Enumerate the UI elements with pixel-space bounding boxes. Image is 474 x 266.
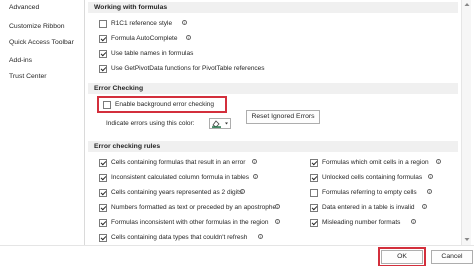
option-enable-background-error-checking[interactable]: Enable background error checking (103, 100, 223, 110)
options-content: Working with formulas R1C1 reference sty… (88, 0, 460, 245)
rule-label: Inconsistent calculated column formula i… (111, 174, 250, 181)
info-icon: i (186, 35, 191, 40)
info-icon: i (182, 20, 187, 25)
checkbox-rule[interactable] (310, 219, 318, 227)
vertical-scrollbar[interactable] (461, 0, 471, 245)
checkbox-rule[interactable] (99, 204, 107, 212)
checkbox-r1c1[interactable] (99, 20, 107, 28)
rule-label: Unlocked cells containing formulas (322, 174, 423, 181)
option-label: Enable background error checking (115, 101, 215, 108)
option-label: Use GetPivotData functions for PivotTabl… (111, 65, 265, 72)
nav-item-customize-ribbon[interactable]: Customize Ribbon (9, 21, 65, 32)
checkbox-rule[interactable] (99, 159, 107, 167)
section-header-working-with-formulas: Working with formulas (88, 2, 458, 13)
rule-label: Formulas referring to empty cells (322, 189, 417, 196)
scroll-arrows (464, 3, 470, 241)
option-label: Formula AutoComplete (111, 35, 178, 42)
rule-misleading-number-formats[interactable]: Misleading number formats i (310, 218, 455, 228)
checkbox-enable-background-error-checking[interactable] (103, 101, 111, 109)
nav-divider (84, 0, 85, 245)
info-icon: i (411, 219, 416, 224)
cancel-button[interactable]: Cancel (431, 250, 473, 264)
checkbox-formula-autocomplete[interactable] (99, 35, 107, 43)
option-r1c1[interactable]: R1C1 reference style i (99, 19, 299, 29)
option-label: Use table names in formulas (111, 50, 194, 57)
rule-label: Data entered in a table is invalid (322, 204, 415, 211)
rule-label: Misleading number formats (322, 219, 401, 226)
option-table-names[interactable]: Use table names in formulas (99, 49, 299, 59)
rule-invalid-table-data[interactable]: Data entered in a table is invalid i (310, 203, 455, 213)
info-icon: i (275, 204, 280, 209)
rule-numbers-as-text[interactable]: Numbers formatted as text or preceded by… (99, 203, 294, 213)
rule-data-types-refresh[interactable]: Cells containing data types that couldn'… (99, 233, 294, 243)
checkbox-rule[interactable] (310, 189, 318, 197)
info-icon: i (427, 189, 432, 194)
checkbox-rule[interactable] (99, 234, 107, 242)
section-header-error-checking: Error Checking (88, 83, 458, 94)
checkbox-table-names[interactable] (99, 50, 107, 58)
checkbox-rule[interactable] (310, 204, 318, 212)
rule-formulas-empty-cells[interactable]: Formulas referring to empty cells i (310, 188, 455, 198)
rule-label: Cells containing years represented as 2 … (111, 189, 243, 196)
rule-formulas-result-error[interactable]: Cells containing formulas that result in… (99, 158, 294, 168)
rule-two-digit-years[interactable]: Cells containing years represented as 2 … (99, 188, 294, 198)
error-color-picker[interactable] (209, 118, 231, 129)
indicate-errors-label: Indicate errors using this color: (106, 120, 195, 127)
rule-inconsistent-region-formulas[interactable]: Formulas inconsistent with other formula… (99, 218, 294, 228)
rule-label: Cells containing data types that couldn'… (111, 234, 248, 241)
option-label: R1C1 reference style (111, 20, 173, 27)
rule-formulas-omit-cells[interactable]: Formulas which omit cells in a region i (310, 158, 455, 168)
checkbox-getpivotdata[interactable] (99, 65, 107, 73)
chevron-down-icon (225, 122, 228, 125)
options-nav: Advanced Customize Ribbon Quick Access T… (0, 0, 84, 245)
nav-item-advanced[interactable]: Advanced (9, 2, 39, 13)
info-icon: i (258, 234, 263, 239)
info-icon: i (275, 219, 280, 224)
option-getpivotdata[interactable]: Use GetPivotData functions for PivotTabl… (99, 64, 399, 74)
rule-unlocked-cells-formulas[interactable]: Unlocked cells containing formulas i (310, 173, 455, 183)
checkbox-rule[interactable] (99, 189, 107, 197)
info-icon: i (252, 159, 257, 164)
nav-item-trust-center[interactable]: Trust Center (9, 71, 47, 82)
nav-item-add-ins[interactable]: Add-ins (9, 55, 32, 66)
rule-label: Numbers formatted as text or preceded by… (111, 204, 277, 211)
info-icon: i (253, 174, 258, 179)
checkbox-rule[interactable] (99, 219, 107, 227)
scroll-up-icon (464, 3, 470, 6)
paint-bucket-icon (212, 120, 228, 128)
info-icon: i (436, 159, 441, 164)
info-icon: i (422, 204, 427, 209)
info-icon: i (428, 174, 433, 179)
reset-ignored-errors-button[interactable]: Reset Ignored Errors (246, 110, 320, 124)
section-header-error-checking-rules: Error checking rules (88, 141, 458, 152)
checkbox-rule[interactable] (99, 174, 107, 182)
checkbox-rule[interactable] (310, 159, 318, 167)
rule-label: Formulas inconsistent with other formula… (111, 219, 269, 226)
dialog-footer: OK Cancel (0, 245, 474, 266)
info-icon: i (240, 189, 245, 194)
scroll-down-icon (464, 238, 470, 241)
option-formula-autocomplete[interactable]: Formula AutoComplete i (99, 34, 299, 44)
rule-inconsistent-column-formula[interactable]: Inconsistent calculated column formula i… (99, 173, 294, 183)
rule-label: Formulas which omit cells in a region (322, 159, 429, 166)
nav-item-quick-access-toolbar[interactable]: Quick Access Toolbar (9, 37, 74, 48)
rule-label: Cells containing formulas that result in… (111, 159, 246, 166)
ok-button[interactable]: OK (381, 250, 423, 264)
checkbox-rule[interactable] (310, 174, 318, 182)
